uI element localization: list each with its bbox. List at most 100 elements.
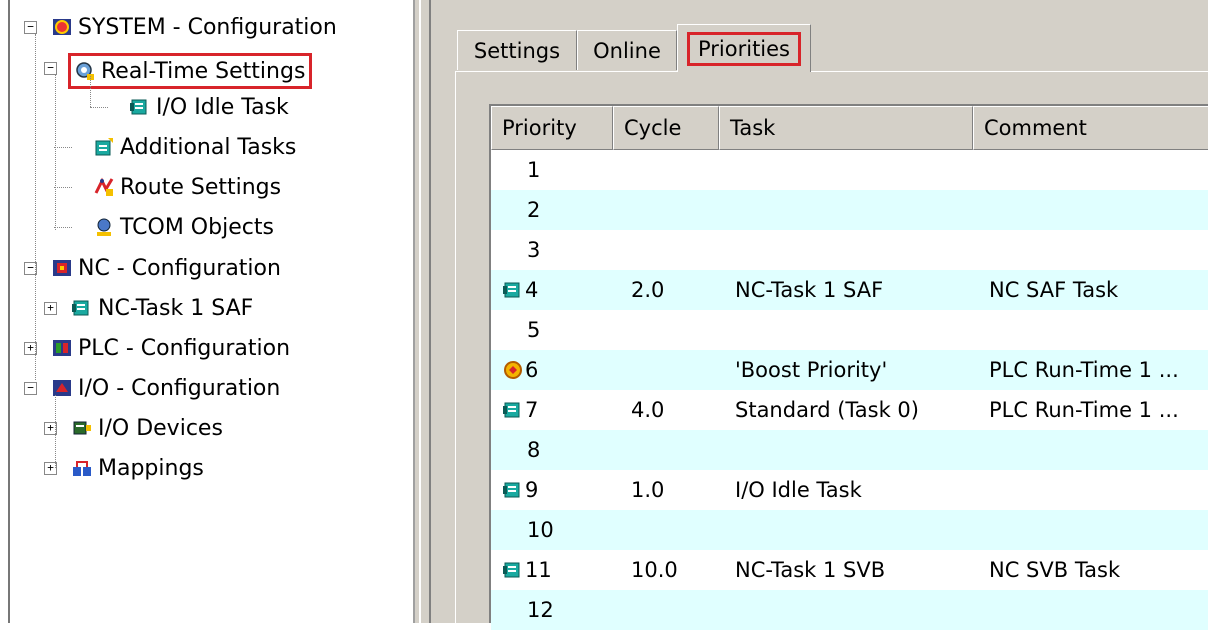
comment-cell [989, 310, 1189, 350]
priority-value: 11 [525, 558, 552, 582]
system-config-icon [52, 17, 72, 37]
task-cell [735, 430, 975, 470]
cycle-cell: 4.0 [631, 398, 665, 422]
comment-cell [989, 190, 1189, 230]
task-icon [130, 97, 150, 117]
tab-settings[interactable]: Settings [457, 30, 577, 70]
priority-cell: 5 [503, 310, 613, 350]
priority-cell: 9 [503, 470, 613, 510]
priority-cell: 3 [503, 230, 613, 270]
priority-cell: 11 [503, 550, 613, 590]
task-cell [735, 230, 975, 270]
tree-connector [54, 187, 72, 188]
additional-tasks-icon [94, 137, 114, 157]
tree-connector [54, 227, 72, 228]
tree-item-i-o-devices[interactable]: I/O Devices [72, 413, 223, 443]
io-devices-icon [72, 418, 92, 438]
expand-icon[interactable]: + [44, 302, 57, 315]
cycle-cell: 1.0 [631, 478, 665, 502]
column-header-priority[interactable]: Priority [491, 106, 613, 150]
priority-value: 4 [525, 278, 539, 302]
cycle-cell [631, 510, 721, 550]
comment-cell: PLC Run-Time 1 ... [989, 358, 1179, 382]
table-row[interactable]: 1 [491, 150, 1208, 190]
priority-cell: 7 [503, 390, 613, 430]
tree-item-nc-task-1-saf[interactable]: NC-Task 1 SAF [72, 293, 253, 323]
task-cell: NC-Task 1 SAF [735, 278, 884, 302]
cycle-cell [631, 590, 721, 630]
priorities-list[interactable]: Priority Cycle Task Comment 1 2 3 4 2.0 NC-Ta… [489, 104, 1208, 630]
cycle-cell [631, 430, 721, 470]
table-row[interactable]: 5 [491, 310, 1208, 350]
tree-item-route-settings[interactable]: Route Settings [94, 172, 281, 202]
table-row[interactable]: 3 [491, 230, 1208, 270]
tree-item-label: PLC - Configuration [78, 335, 291, 361]
tree-item-nc-configuration[interactable]: NC - Configuration [52, 253, 281, 283]
column-header-comment[interactable]: Comment [973, 106, 1208, 150]
tree-item-additional-tasks[interactable]: Additional Tasks [94, 132, 296, 162]
task-cell: Standard (Task 0) [735, 398, 919, 422]
table-row[interactable]: 6 'Boost Priority' PLC Run-Time 1 ... [491, 350, 1208, 390]
tree-item-i-o-idle-task[interactable]: I/O Idle Task [130, 92, 289, 122]
tree-item-tcom-objects[interactable]: TCOM Objects [94, 212, 274, 242]
tree-item-real-time-settings[interactable]: Real-Time Settings [68, 53, 313, 89]
tree-item-plc-configuration[interactable]: PLC - Configuration [52, 333, 290, 363]
cycle-cell [631, 310, 721, 350]
collapse-icon[interactable]: − [24, 21, 37, 34]
tree-item-label: NC-Task 1 SAF [98, 295, 254, 321]
comment-cell: NC SAF Task [989, 278, 1119, 302]
table-row[interactable]: 12 [491, 590, 1208, 630]
table-row[interactable]: 11 10.0 NC-Task 1 SVB NC SVB Task [491, 550, 1208, 590]
solution-tree: SYSTEM - Configuration − Real-Time Setting… [0, 0, 410, 623]
cycle-cell [631, 230, 721, 270]
tree-item-label: Additional Tasks [120, 134, 297, 160]
table-row[interactable]: 2 [491, 190, 1208, 230]
cycle-cell [631, 350, 721, 390]
column-header-cycle[interactable]: Cycle [613, 106, 719, 150]
comment-cell [989, 590, 1189, 630]
tab-online[interactable]: Online [577, 30, 677, 70]
table-row[interactable]: 7 4.0 Standard (Task 0) PLC Run-Time 1 ... [491, 390, 1208, 430]
plc-config-icon [52, 338, 72, 358]
priority-value: 6 [525, 358, 539, 382]
tree-item-mappings[interactable]: Mappings [72, 453, 204, 483]
task-icon [72, 298, 92, 318]
column-header-task[interactable]: Task [719, 106, 973, 150]
priority-cell: 6 [503, 350, 613, 390]
priority-cell: 1 [503, 150, 613, 190]
properties-panel: Settings Online Priorities Priority Cycl… [431, 0, 1208, 630]
task-cell: 'Boost Priority' [735, 358, 888, 382]
tree-item-label: NC - Configuration [78, 255, 281, 281]
task-cell [735, 590, 975, 630]
comment-cell [989, 230, 1189, 270]
tab-priorities-label: Priorities [686, 31, 801, 66]
priority-value: 7 [525, 398, 539, 422]
table-row[interactable]: 4 2.0 NC-Task 1 SAF NC SAF Task [491, 270, 1208, 310]
tab-priorities[interactable]: Priorities [677, 24, 811, 72]
task-cell [735, 510, 975, 550]
tree-connector [35, 34, 36, 380]
collapse-icon[interactable]: − [24, 382, 37, 395]
table-row[interactable]: 10 [491, 510, 1208, 550]
comment-cell [989, 430, 1189, 470]
comment-cell: PLC Run-Time 1 ... [989, 398, 1179, 422]
tree-item-system-configuration[interactable]: SYSTEM - Configuration [52, 12, 337, 42]
nc-config-icon [52, 258, 72, 278]
priority-cell: 2 [503, 190, 613, 230]
collapse-icon[interactable]: − [44, 62, 57, 75]
mappings-icon [72, 458, 92, 478]
tree-item-label: Mappings [98, 455, 204, 481]
panel-splitter[interactable] [413, 0, 431, 623]
task-cell [735, 150, 975, 190]
tree-item-i-o-configuration[interactable]: I/O - Configuration [52, 373, 280, 403]
task-icon [503, 560, 523, 580]
cycle-cell [631, 150, 721, 190]
comment-cell [989, 510, 1189, 550]
boost-priority-icon [503, 360, 523, 380]
table-row[interactable]: 8 [491, 430, 1208, 470]
table-row[interactable]: 9 1.0 I/O Idle Task [491, 470, 1208, 510]
task-icon [503, 280, 523, 300]
tree-connector [90, 76, 91, 107]
tree-connector [54, 147, 72, 148]
realtime-settings-icon [75, 61, 95, 81]
